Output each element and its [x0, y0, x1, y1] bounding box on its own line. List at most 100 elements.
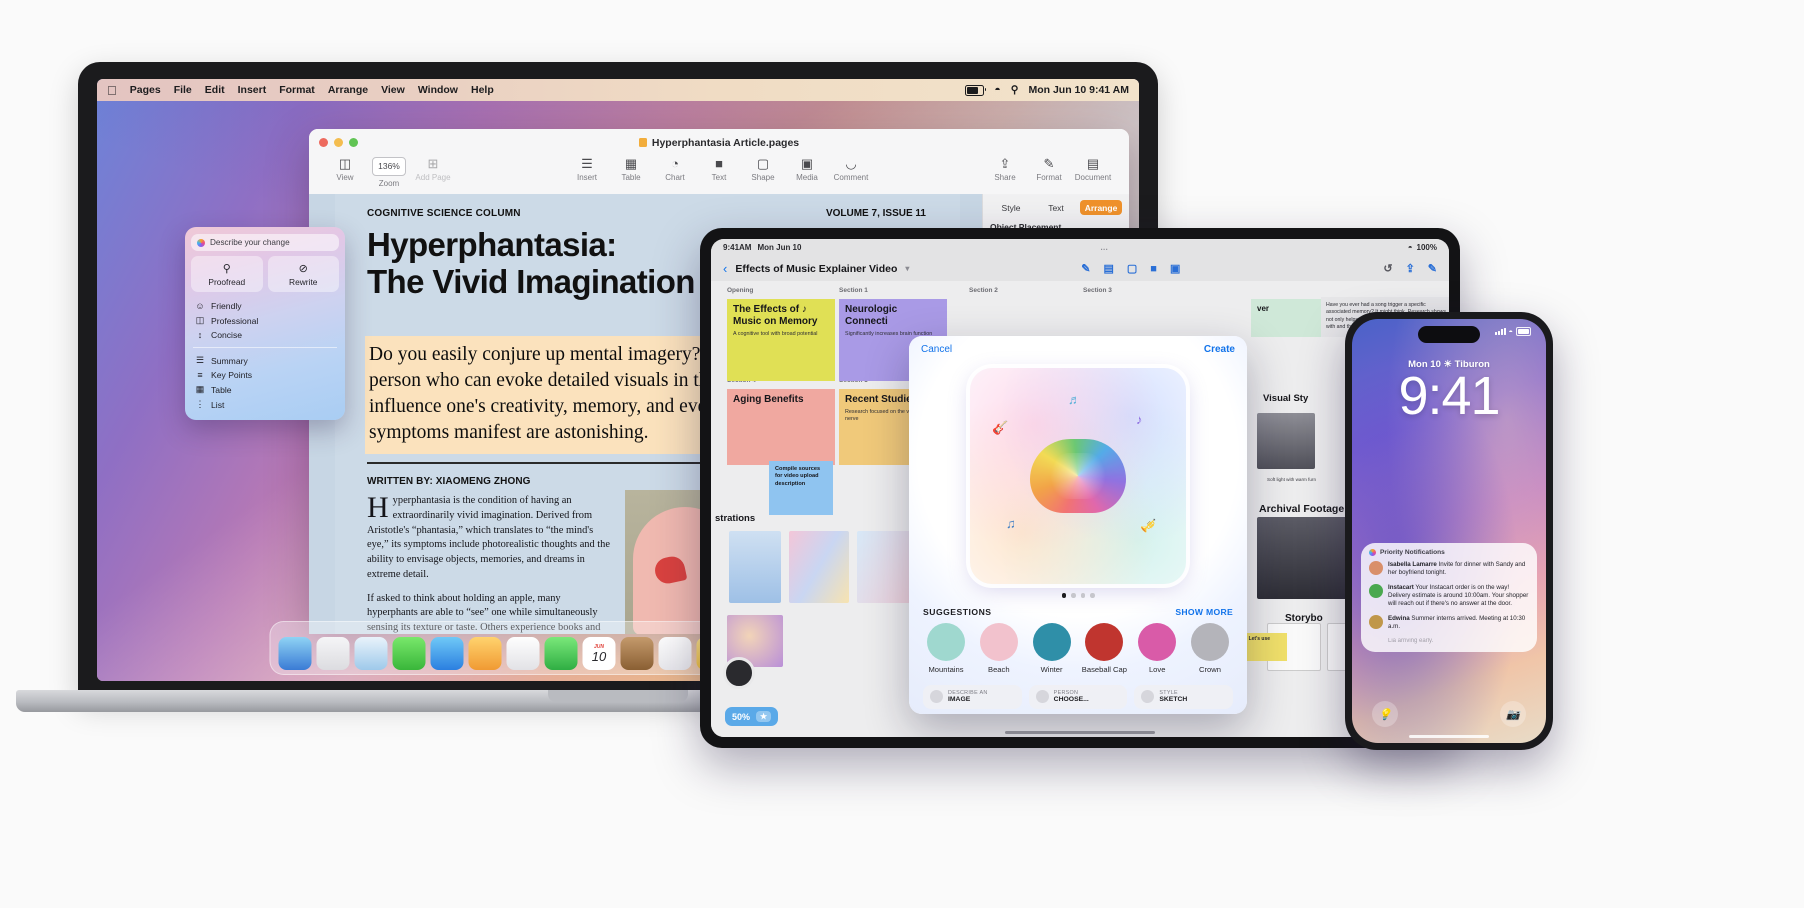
create-button[interactable]: Create: [1204, 344, 1235, 355]
generated-image-preview[interactable]: 🎸 ♫ ♪ 🎺 ♬: [970, 368, 1186, 584]
zoom-control[interactable]: 50% ★: [725, 707, 779, 726]
dock-icon-maps[interactable]: [468, 637, 502, 670]
chevron-down-icon[interactable]: ▾: [905, 264, 909, 273]
sticky-note-icon[interactable]: ▤: [1103, 262, 1113, 275]
dock-icon-contacts[interactable]: [620, 637, 654, 670]
suggestion-winter[interactable]: Winter: [1029, 622, 1075, 674]
freeform-board-title[interactable]: Effects of Music Explainer Video: [735, 263, 897, 275]
zoom-value[interactable]: 136%: [372, 157, 406, 176]
illustration-tile-2[interactable]: [789, 531, 849, 603]
toolbar-media[interactable]: ▣ Media: [785, 157, 829, 182]
battery-icon[interactable]: [965, 84, 987, 96]
suggestion-mountains[interactable]: Mountains: [923, 622, 969, 674]
notification-item[interactable]: Instacart Your Instacart order is on the…: [1369, 583, 1529, 609]
window-controls[interactable]: [319, 138, 358, 147]
pen-tool-ring[interactable]: [723, 657, 755, 689]
camera-icon[interactable]: 📷: [1500, 701, 1526, 727]
chip-person[interactable]: PERSON CHOOSE...: [1028, 684, 1128, 709]
menu-item-format[interactable]: Format: [279, 84, 315, 96]
tone-concise[interactable]: ↕ Concise: [191, 328, 339, 342]
suggestion-love[interactable]: Love: [1134, 622, 1180, 674]
format-list[interactable]: ⋮ List: [191, 397, 339, 412]
flashlight-icon[interactable]: 💡: [1372, 701, 1398, 727]
dock-icon-calendar[interactable]: JUN 10: [582, 637, 616, 670]
dock-icon-launchpad[interactable]: [316, 637, 350, 670]
show-more-button[interactable]: SHOW MORE: [1175, 607, 1233, 617]
pen-icon[interactable]: ✎: [1081, 262, 1090, 275]
toolbar-zoom[interactable]: 136% Zoom: [367, 157, 411, 188]
toolbar-add-page[interactable]: ⊞ Add Page: [411, 157, 455, 182]
compose-icon[interactable]: ✎: [1428, 262, 1437, 275]
back-chevron-icon[interactable]: ‹: [723, 261, 727, 276]
note-section-4[interactable]: Aging Benefits: [727, 389, 835, 465]
format-summary[interactable]: ☰ Summary: [191, 353, 339, 368]
share-icon[interactable]: ⇪: [1406, 262, 1415, 275]
toolbar-comment[interactable]: ◡ Comment: [829, 157, 873, 182]
menu-item-insert[interactable]: Insert: [238, 84, 267, 96]
close-button[interactable]: [319, 138, 328, 147]
rewrite-button[interactable]: ⊘ Rewrite: [267, 256, 339, 292]
toolbar-insert[interactable]: ☰ Insert: [565, 157, 609, 182]
menu-bar-clock[interactable]: Mon Jun 10 9:41 AM: [1028, 84, 1129, 96]
chip-describe-image[interactable]: DESCRIBE AN IMAGE: [923, 684, 1022, 709]
tone-professional[interactable]: ◫ Professional: [191, 313, 339, 328]
apple-menu-icon[interactable]: : [107, 84, 117, 97]
format-key-points[interactable]: ≡ Key Points: [191, 368, 339, 382]
note-opening[interactable]: The Effects of ♪ Music on Memory A cogni…: [727, 299, 835, 381]
inspector-tabs[interactable]: Style Text Arrange: [990, 200, 1122, 215]
shape-icon[interactable]: ▢: [1127, 262, 1137, 275]
toolbar-view[interactable]: ◫ View: [323, 157, 367, 182]
freeform-board[interactable]: Opening Section 1 Section 2 Section 3 Se…: [711, 281, 1449, 737]
zoom-star-icon[interactable]: ★: [756, 711, 772, 722]
menu-item-edit[interactable]: Edit: [205, 84, 225, 96]
tone-friendly[interactable]: ☺ Friendly: [191, 299, 339, 313]
minimize-button[interactable]: [334, 138, 343, 147]
visual-style-photo-1[interactable]: [1257, 413, 1315, 469]
illustration-tile-1[interactable]: [729, 531, 781, 603]
wifi-icon[interactable]: ◓: [994, 84, 1000, 96]
notification-stack[interactable]: Priority Notifications Isabella Lamarre …: [1361, 543, 1537, 652]
menu-item-view[interactable]: View: [381, 84, 405, 96]
menu-item-file[interactable]: File: [174, 84, 192, 96]
toolbar-shape[interactable]: ▢ Shape: [741, 157, 785, 182]
toolbar-share[interactable]: ⇪ Share: [983, 157, 1027, 182]
dock-icon-mail[interactable]: [430, 637, 464, 670]
menu-item-help[interactable]: Help: [471, 84, 494, 96]
chip-style[interactable]: STYLE SKETCH: [1134, 684, 1234, 709]
dock-icon-messages[interactable]: [392, 637, 426, 670]
describe-change-field[interactable]: Describe your change: [191, 234, 339, 251]
menu-item-arrange[interactable]: Arrange: [328, 84, 368, 96]
notification-item[interactable]: Isabella Lamarre Invite for dinner with …: [1369, 561, 1529, 578]
dock-icon-facetime[interactable]: [544, 637, 578, 670]
illustration-tile-3[interactable]: [857, 531, 917, 603]
dock-icon-safari[interactable]: [354, 637, 388, 670]
note-compile-sources[interactable]: Compile sources for video upload descrip…: [769, 461, 833, 515]
toolbar-text[interactable]: ■ Text: [697, 157, 741, 182]
menu-item-pages[interactable]: Pages: [130, 84, 161, 96]
dock-icon-reminders[interactable]: [658, 637, 692, 670]
freeform-tools[interactable]: ✎ ▤ ▢ ■ ▣ ↺ ⇪ ✎: [1081, 262, 1437, 276]
toolbar-document[interactable]: ▤ Document: [1071, 157, 1115, 182]
media-icon[interactable]: ▣: [1170, 262, 1180, 275]
menu-item-window[interactable]: Window: [418, 84, 458, 96]
dock-icon-photos[interactable]: [506, 637, 540, 670]
tab-text[interactable]: Text: [1035, 200, 1077, 215]
suggestion-baseball-cap[interactable]: Baseball Cap: [1081, 622, 1127, 674]
text-box-icon[interactable]: ■: [1150, 263, 1157, 275]
format-table[interactable]: ▦ Table: [191, 382, 339, 397]
toolbar-format[interactable]: ✎ Format: [1027, 157, 1071, 182]
tab-style[interactable]: Style: [990, 200, 1032, 215]
suggestion-beach[interactable]: Beach: [976, 622, 1022, 674]
search-icon[interactable]: ⚲: [1011, 84, 1019, 96]
maximize-button[interactable]: [349, 138, 358, 147]
note-cover[interactable]: ver: [1251, 299, 1325, 337]
cancel-button[interactable]: Cancel: [921, 344, 952, 355]
tab-arrange[interactable]: Arrange: [1080, 200, 1122, 215]
undo-icon[interactable]: ↺: [1383, 262, 1392, 275]
toolbar-table[interactable]: ▦ Table: [609, 157, 653, 182]
toolbar-chart[interactable]: ◔ Chart: [653, 157, 697, 182]
proofread-button[interactable]: ⚲ Proofread: [191, 256, 263, 292]
suggestion-crown[interactable]: Crown: [1187, 622, 1233, 674]
dock-icon-finder[interactable]: [278, 637, 312, 670]
notification-item[interactable]: Edwina Summer interns arrived. Meeting a…: [1369, 614, 1529, 632]
